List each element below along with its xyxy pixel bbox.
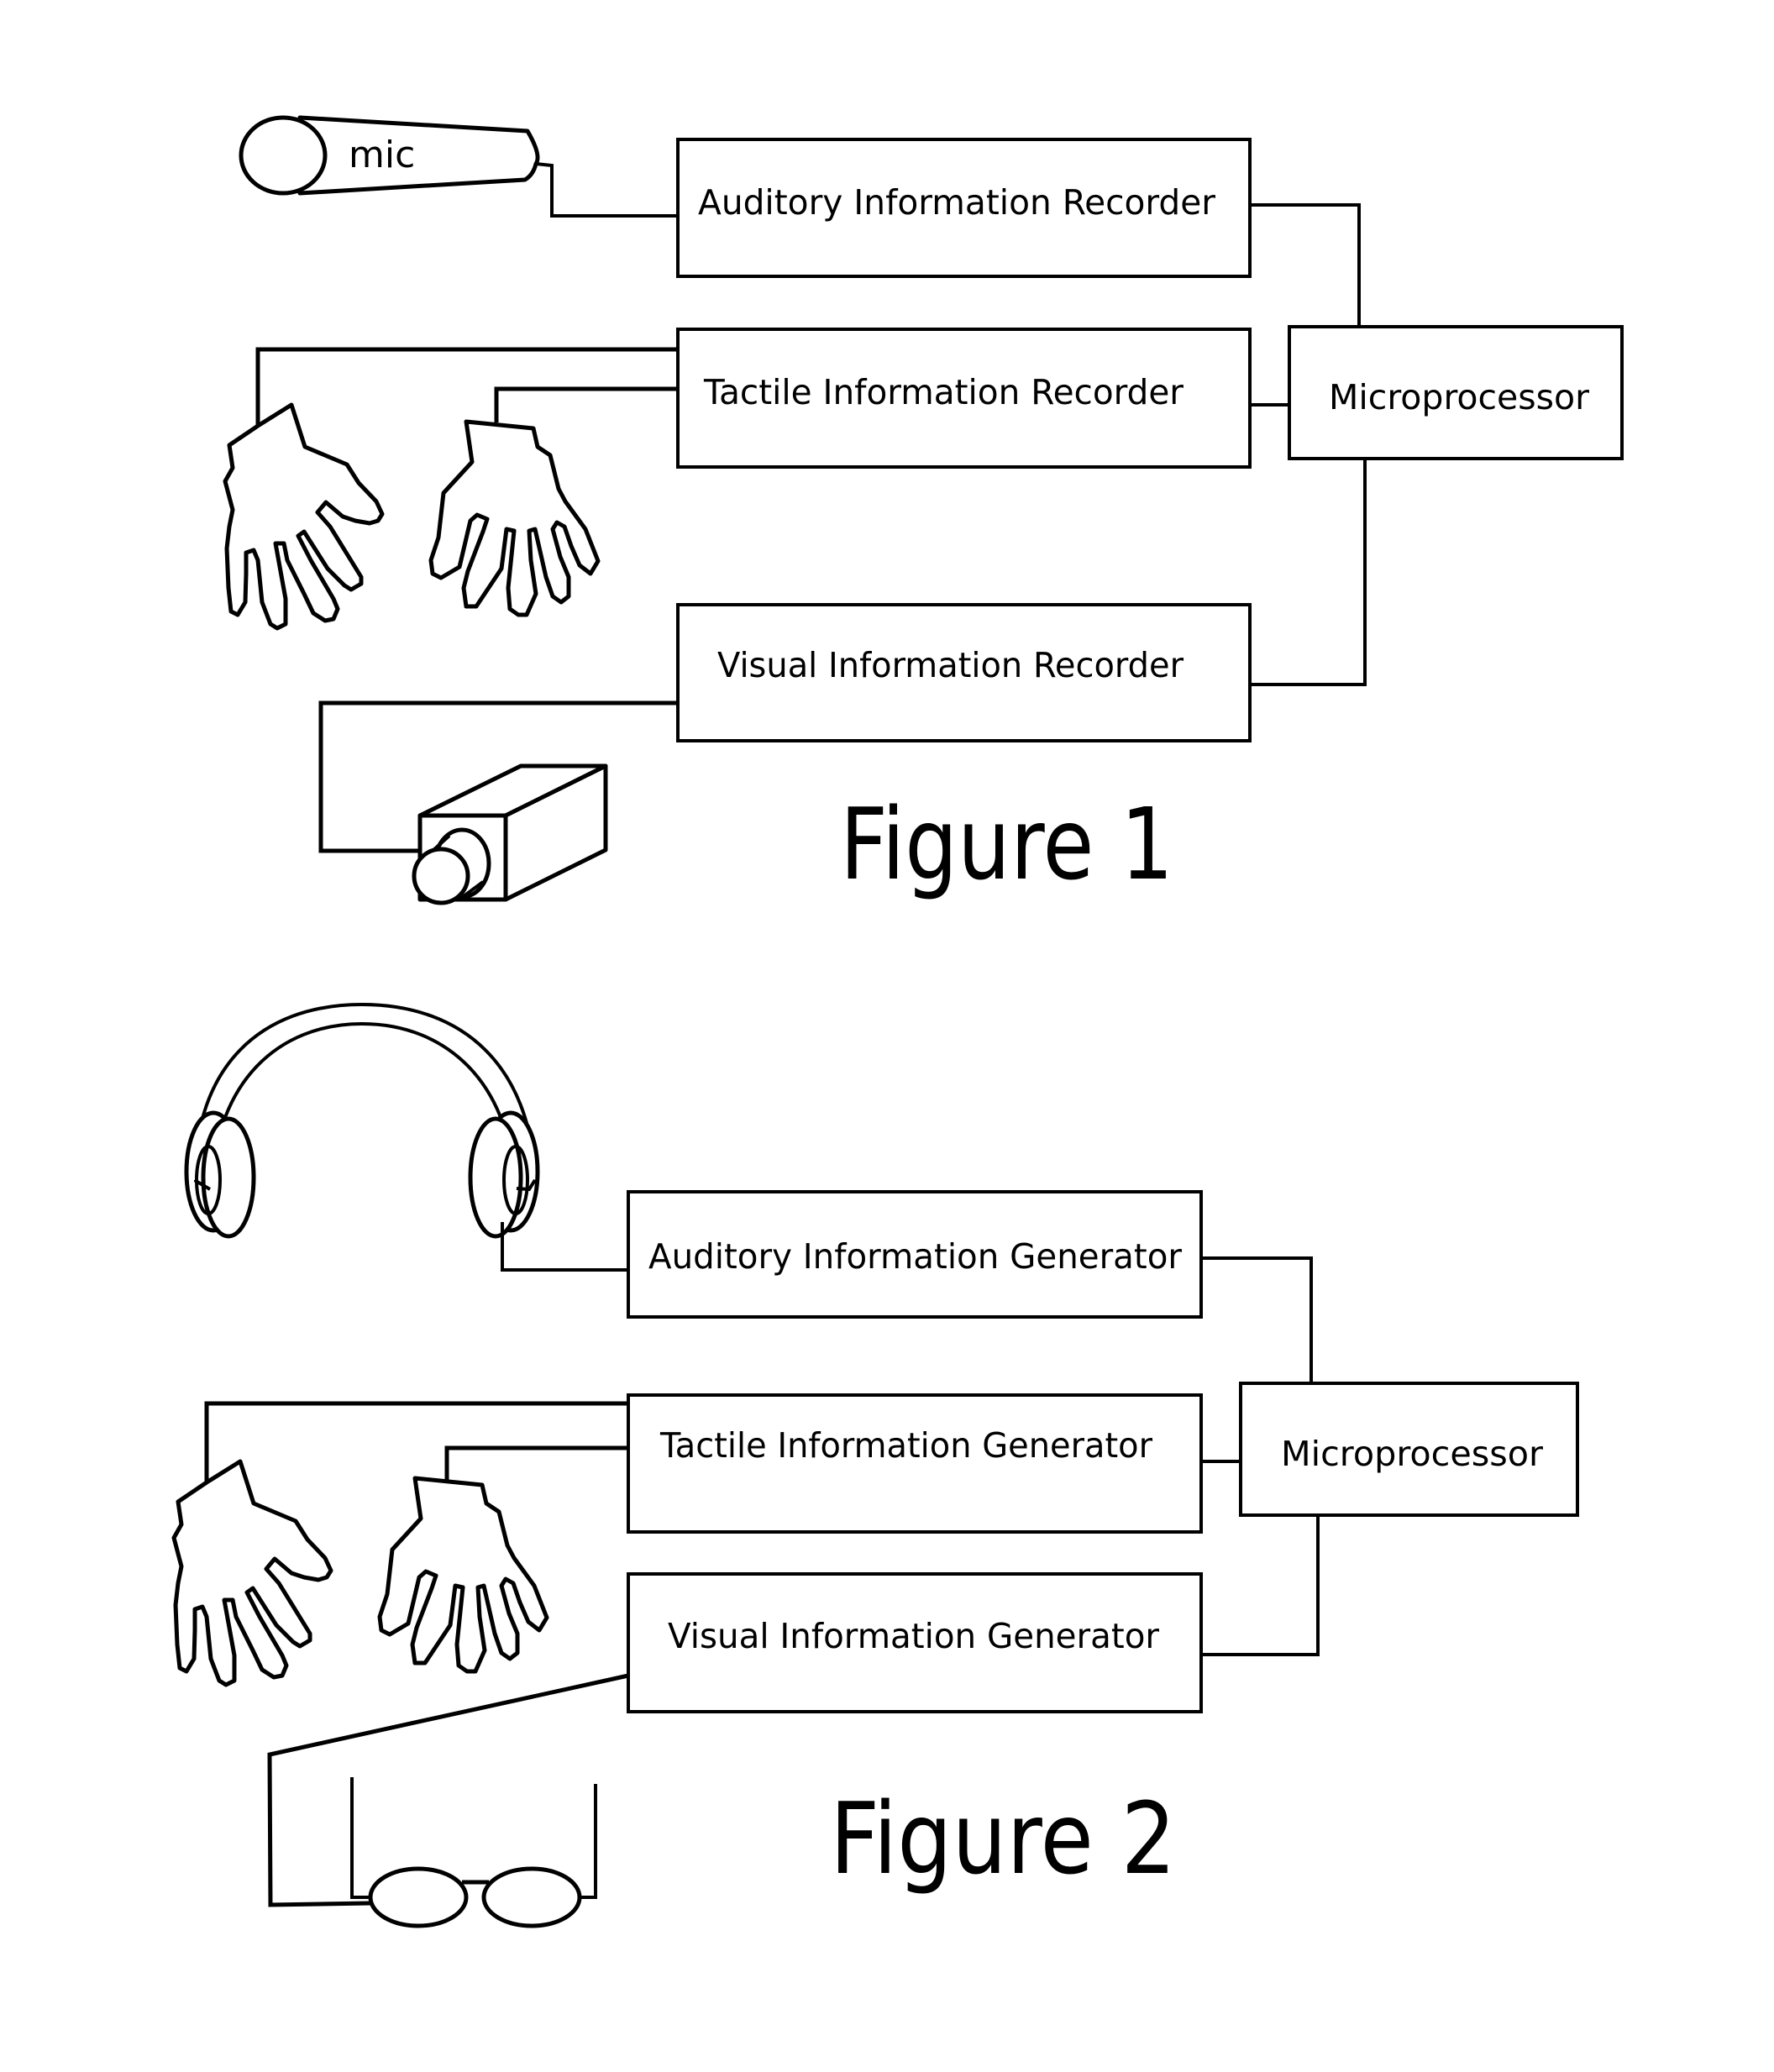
microphone-icon: mic	[239, 115, 540, 196]
mic-connector	[535, 162, 678, 218]
visual-to-processor-connector	[1252, 459, 1367, 686]
auditory-generator-block: Auditory Information Generator	[627, 1190, 1203, 1319]
glasses-connector	[267, 1673, 629, 1907]
visual-to-processor-connector-2	[1203, 1515, 1320, 1656]
visual-recorder-block: Visual Information Recorder	[676, 603, 1252, 742]
tactile-generator-block: Tactile Information Generator	[627, 1393, 1203, 1534]
auditory-generator-label: Auditory Information Generator	[648, 1236, 1182, 1277]
figure-2-title: Figure 2	[830, 1781, 1176, 1896]
microprocessor-label-1: Microprocessor	[1329, 377, 1589, 417]
glasses-right-lens	[481, 1866, 582, 1928]
left-hand-icon	[223, 402, 385, 631]
right-hand-icon	[377, 1476, 549, 1674]
left-hand-connector-2	[204, 1401, 628, 1484]
microprocessor-label-2: Microprocessor	[1281, 1434, 1543, 1474]
glasses-left-lens	[368, 1866, 469, 1928]
tactile-generator-label: Tactile Information Generator	[659, 1425, 1152, 1466]
right-hand-connector-2	[444, 1445, 628, 1482]
figure-2: Auditory Information Generator Tactile I…	[171, 1002, 1579, 1928]
auditory-recorder-label: Auditory Information Recorder	[698, 182, 1215, 223]
hand-icons-figure-1	[223, 402, 601, 631]
left-hand-icon	[171, 1459, 333, 1687]
right-hand-connector	[494, 386, 678, 422]
glasses-icon	[350, 1777, 597, 1928]
visual-generator-label: Visual Information Generator	[668, 1616, 1159, 1656]
figure-1: mic Auditory Information Recorder Tactil…	[223, 115, 1624, 905]
auditory-recorder-block: Auditory Information Recorder	[676, 138, 1252, 278]
headphones-icon	[184, 1002, 540, 1239]
microprocessor-block-1: Microprocessor	[1288, 325, 1624, 460]
hand-icons-figure-2	[171, 1459, 549, 1687]
auditory-to-processor-connector-2	[1201, 1256, 1313, 1383]
visual-recorder-label: Visual Information Recorder	[717, 645, 1184, 685]
glasses-left-temple	[350, 1777, 370, 1899]
tactile-recorder-block: Tactile Information Recorder	[676, 328, 1252, 469]
tactile-recorder-label: Tactile Information Recorder	[703, 372, 1184, 412]
figure-1-title: Figure 1	[840, 786, 1173, 902]
auditory-to-processor-connector	[1250, 203, 1361, 327]
visual-generator-block: Visual Information Generator	[627, 1572, 1203, 1713]
right-hand-icon	[428, 419, 601, 617]
patent-diagram: mic Auditory Information Recorder Tactil…	[171, 115, 1624, 1928]
camera-icon	[412, 763, 608, 905]
headphones-connector	[501, 1222, 628, 1272]
microprocessor-block-2: Microprocessor	[1239, 1382, 1579, 1517]
microphone-label: mic	[349, 134, 415, 176]
glasses-right-temple	[580, 1784, 597, 1899]
